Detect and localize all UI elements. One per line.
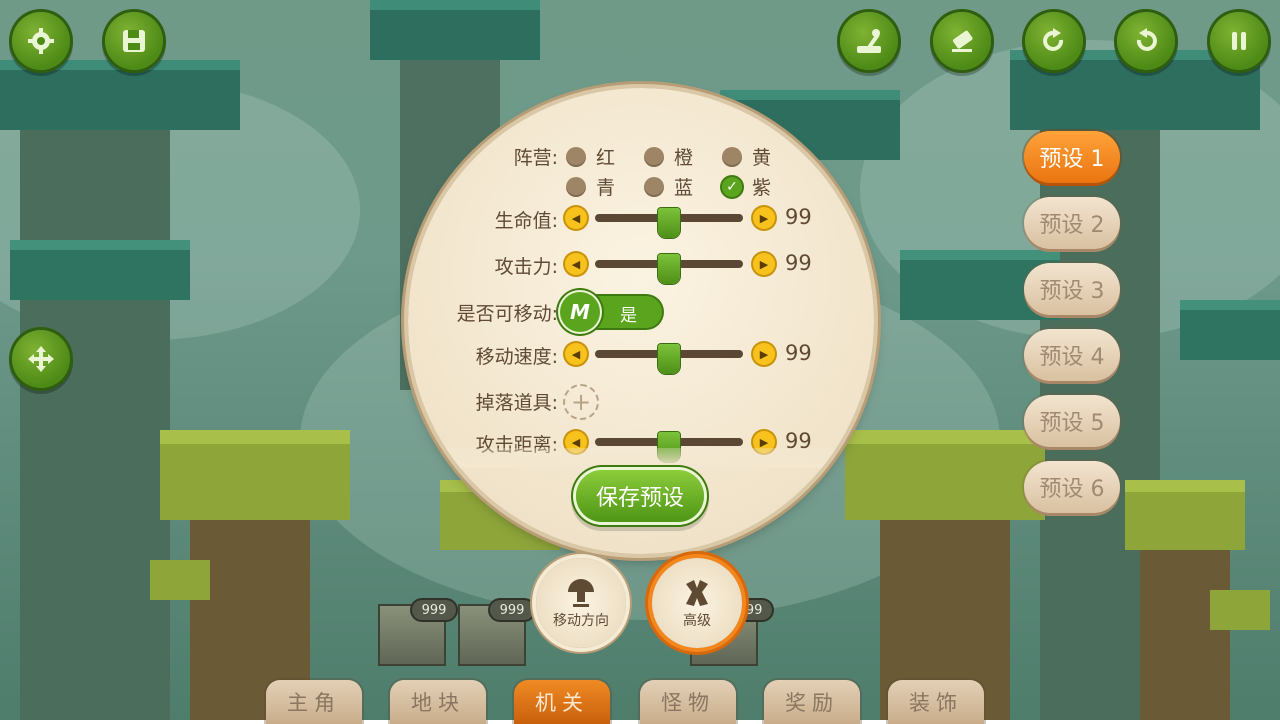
redo-button[interactable] xyxy=(1025,12,1083,70)
decrease-arrow-icon[interactable]: ◀ xyxy=(565,207,587,229)
settings-button[interactable] xyxy=(12,12,70,70)
attack-value: 99 xyxy=(785,251,812,275)
move-speed-slider[interactable]: ◀ ▶ 99 xyxy=(565,341,813,374)
inventory-count-badge: 999 xyxy=(490,600,534,620)
eraser-tool-button[interactable] xyxy=(933,12,991,70)
advanced-arms-icon xyxy=(686,580,708,606)
move-arrows-icon xyxy=(28,346,54,372)
preset-5-button[interactable]: 预设 5 xyxy=(1024,395,1120,447)
undo-icon xyxy=(1136,28,1157,51)
mode-move-direction-button[interactable]: 移动方向 xyxy=(536,558,626,648)
faction-option-purple[interactable]: ✓ 紫 xyxy=(722,173,771,200)
preset-3-button[interactable]: 预设 3 xyxy=(1024,263,1120,315)
mode-advanced-label: 高级 xyxy=(683,613,711,629)
eraser-icon xyxy=(952,30,973,52)
hp-slider-thumb[interactable] xyxy=(658,208,680,238)
movable-toggle[interactable]: M 是 xyxy=(560,292,662,332)
tab-hero[interactable]: 主角 xyxy=(266,680,362,724)
lever-icon xyxy=(857,29,881,53)
add-drop-item-plus-icon[interactable]: + xyxy=(563,384,599,420)
preset-1-button[interactable]: 预设 1 xyxy=(1024,131,1120,183)
hp-label: 生命值: xyxy=(494,210,558,232)
monster-property-panel: 阵营: 红 橙 黄 青 蓝 ✓ 紫 生命值: ◀ ▶ 99 攻击力: ◀ ▶ 99… xyxy=(408,88,874,554)
move-speed-slider-thumb[interactable] xyxy=(658,344,680,374)
preset-4-button[interactable]: 预设 4 xyxy=(1024,329,1120,381)
move-speed-value: 99 xyxy=(785,341,812,365)
movable-state: 是 xyxy=(620,306,637,326)
tab-mechanism[interactable]: 机关 xyxy=(514,680,610,724)
tab-reward[interactable]: 奖励 xyxy=(764,680,860,724)
hp-value: 99 xyxy=(785,205,812,229)
lever-tool-button[interactable] xyxy=(840,12,898,70)
checkmark-icon: ✓ xyxy=(722,176,742,197)
settings-gear-icon xyxy=(28,28,54,54)
save-preset-button[interactable]: 保存预设 xyxy=(576,470,704,522)
preset-2-button[interactable]: 预设 2 xyxy=(1024,197,1120,249)
redo-icon xyxy=(1043,28,1064,51)
faction-label: 阵营: xyxy=(513,147,558,169)
attack-slider-thumb[interactable] xyxy=(658,254,680,284)
save-floppy-icon xyxy=(123,30,145,52)
increase-arrow-icon[interactable]: ▶ xyxy=(753,253,775,275)
tab-terrain[interactable]: 地块 xyxy=(390,680,486,724)
pause-button[interactable] xyxy=(1210,12,1268,70)
drop-item-label: 掉落道具: xyxy=(475,392,558,414)
increase-arrow-icon[interactable]: ▶ xyxy=(753,207,775,229)
save-game-button[interactable] xyxy=(105,12,163,70)
mode-move-direction-label: 移动方向 xyxy=(553,613,609,629)
move-speed-label: 移动速度: xyxy=(475,346,558,368)
mushroom-direction-icon xyxy=(568,579,594,607)
mode-advanced-button[interactable]: 高级 xyxy=(652,558,742,648)
tab-monster[interactable]: 怪物 xyxy=(640,680,736,724)
faction-option-blue[interactable]: 蓝 xyxy=(644,173,693,200)
faction-option-yellow[interactable]: 黄 xyxy=(722,143,771,170)
increase-arrow-icon[interactable]: ▶ xyxy=(753,343,775,365)
decrease-arrow-icon[interactable]: ◀ xyxy=(565,343,587,365)
movable-knob-icon: M xyxy=(560,292,600,332)
attack-slider[interactable]: ◀ ▶ 99 xyxy=(565,251,813,284)
undo-button[interactable] xyxy=(1117,12,1175,70)
faction-option-orange[interactable]: 橙 xyxy=(644,143,693,170)
movable-label: 是否可移动: xyxy=(456,303,558,325)
inventory-count-badge: 999 xyxy=(412,600,456,620)
decrease-arrow-icon[interactable]: ◀ xyxy=(565,253,587,275)
pause-icon xyxy=(1232,32,1246,50)
preset-6-button[interactable]: 预设 6 xyxy=(1024,461,1120,513)
faction-option-red[interactable]: 红 xyxy=(566,143,615,170)
hp-slider[interactable]: ◀ ▶ 99 xyxy=(565,205,813,238)
move-tool-button[interactable] xyxy=(12,330,70,388)
attack-label: 攻击力: xyxy=(494,256,558,278)
faction-option-cyan[interactable]: 青 xyxy=(566,173,615,200)
tab-decoration[interactable]: 装饰 xyxy=(888,680,984,724)
